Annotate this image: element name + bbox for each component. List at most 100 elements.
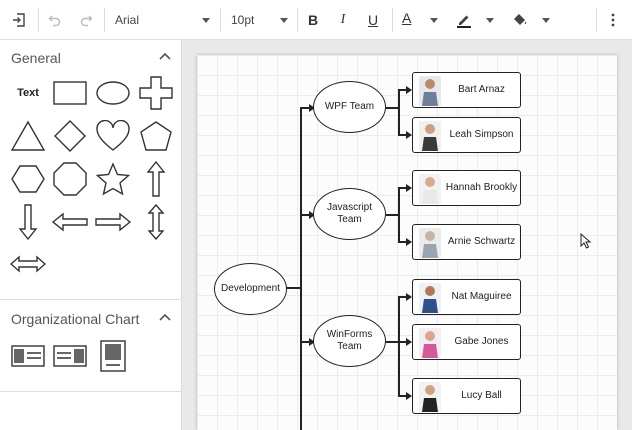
- root-node[interactable]: Development: [214, 263, 287, 315]
- bold-button[interactable]: B: [302, 6, 324, 34]
- avatar: [419, 76, 441, 106]
- section-divider: [0, 299, 181, 300]
- org-chart-section-title: Organizational Chart: [11, 311, 140, 327]
- stroke-color-picker[interactable]: [450, 6, 496, 34]
- chevron-down-icon: [542, 18, 550, 23]
- font-family-value: Arial: [115, 13, 140, 27]
- connector: [398, 89, 400, 135]
- ellipse-shape[interactable]: [93, 73, 133, 113]
- diamond-shape[interactable]: [50, 116, 90, 156]
- chevron-down-icon: [202, 18, 210, 23]
- more-options-button[interactable]: [602, 6, 624, 34]
- rectangle-shape[interactable]: [50, 73, 90, 113]
- org-card-right-image-shape[interactable]: [50, 336, 90, 376]
- left-arrow-shape[interactable]: [50, 202, 90, 242]
- pentagon-icon: [140, 121, 172, 151]
- up-down-arrow-shape[interactable]: [136, 202, 176, 242]
- export-icon: [13, 13, 25, 27]
- export-button[interactable]: [6, 6, 32, 34]
- star-shape[interactable]: [93, 159, 133, 199]
- member-name: Arnie Schwartz: [447, 236, 516, 247]
- plus-icon: [139, 76, 173, 110]
- chevron-down-icon: [430, 18, 438, 23]
- org-card-top-image-shape[interactable]: [93, 336, 133, 376]
- left-right-arrow-shape[interactable]: [8, 244, 48, 284]
- member-node[interactable]: Hannah Brookly: [412, 170, 521, 206]
- more-vertical-icon: [611, 13, 615, 27]
- team-node-wpf[interactable]: WPF Team: [313, 81, 386, 133]
- rectangle-icon: [53, 81, 87, 105]
- avatar: [419, 382, 441, 412]
- mouse-cursor-icon: [580, 233, 592, 249]
- triangle-icon: [11, 120, 45, 151]
- member-node[interactable]: Gabe Jones: [412, 324, 521, 360]
- arrow-right-icon: [95, 212, 131, 232]
- triangle-shape[interactable]: [8, 116, 48, 156]
- octagon-shape[interactable]: [50, 159, 90, 199]
- org-chart-section-header[interactable]: Organizational Chart: [0, 303, 181, 333]
- undo-button[interactable]: [44, 6, 66, 34]
- arrow-up-down-icon: [147, 204, 165, 240]
- general-section-header[interactable]: General: [0, 42, 181, 72]
- member-name: Lucy Ball: [461, 390, 502, 401]
- right-arrow-shape[interactable]: [93, 202, 133, 242]
- toolbar-separator: [104, 8, 105, 32]
- team-node-winforms[interactable]: WinForms Team: [313, 315, 386, 367]
- member-name: Hannah Brookly: [445, 182, 518, 193]
- avatar: [419, 121, 441, 151]
- heart-shape[interactable]: [93, 116, 133, 156]
- section-divider: [0, 391, 181, 392]
- chevron-down-icon: [486, 18, 494, 23]
- connector: [398, 187, 400, 242]
- font-color-picker[interactable]: A: [396, 6, 440, 34]
- chevron-up-icon: [159, 313, 171, 321]
- diagram-page[interactable]: Development WPF Team Javascript Team Win…: [197, 55, 617, 430]
- toolbar: Arial 10pt B I U A: [0, 0, 632, 40]
- paint-bucket-icon: [514, 14, 527, 25]
- text-shape[interactable]: Text: [8, 73, 48, 113]
- diamond-icon: [54, 120, 86, 152]
- team-node-javascript[interactable]: Javascript Team: [313, 188, 386, 240]
- font-size-dropdown[interactable]: 10pt: [224, 6, 294, 34]
- org-card-top-icon: [100, 340, 126, 372]
- heart-icon: [96, 120, 130, 151]
- hexagon-shape[interactable]: [8, 159, 48, 199]
- org-card-right-icon: [53, 345, 87, 367]
- toolbar-separator: [297, 8, 298, 32]
- member-node[interactable]: Bart Arnaz: [412, 72, 521, 108]
- down-arrow-shape[interactable]: [8, 202, 48, 242]
- arrow-down-icon: [18, 204, 38, 240]
- member-name: Nat Maguiree: [451, 291, 512, 302]
- org-card-left-image-shape[interactable]: [8, 336, 48, 376]
- avatar: [419, 228, 441, 258]
- member-node[interactable]: Nat Maguiree: [412, 279, 521, 315]
- general-section-title: General: [11, 50, 61, 66]
- connector: [286, 287, 301, 289]
- chevron-up-icon: [159, 52, 171, 60]
- pentagon-shape[interactable]: [136, 116, 176, 156]
- font-size-value: 10pt: [231, 13, 255, 27]
- member-name: Leah Simpson: [449, 129, 514, 140]
- redo-button[interactable]: [75, 6, 97, 34]
- star-icon: [96, 162, 130, 196]
- toolbar-separator: [596, 8, 597, 32]
- italic-button[interactable]: I: [332, 6, 354, 34]
- symbol-palette: General Text Organizational Chart: [0, 40, 182, 430]
- member-node[interactable]: Leah Simpson: [412, 117, 521, 153]
- member-node[interactable]: Arnie Schwartz: [412, 224, 521, 260]
- connector: [300, 107, 302, 430]
- avatar: [419, 283, 441, 313]
- font-family-dropdown[interactable]: Arial: [108, 6, 216, 34]
- up-arrow-shape[interactable]: [136, 159, 176, 199]
- toolbar-separator: [392, 8, 393, 32]
- pen-icon: [457, 15, 471, 28]
- member-node[interactable]: Lucy Ball: [412, 378, 521, 414]
- connector: [398, 296, 400, 396]
- plus-shape[interactable]: [136, 73, 176, 113]
- undo-icon: [48, 15, 61, 27]
- org-card-left-icon: [11, 345, 45, 367]
- redo-icon: [80, 15, 93, 27]
- fill-color-picker[interactable]: [506, 6, 552, 34]
- underline-button[interactable]: U: [362, 6, 384, 34]
- avatar: [419, 174, 441, 204]
